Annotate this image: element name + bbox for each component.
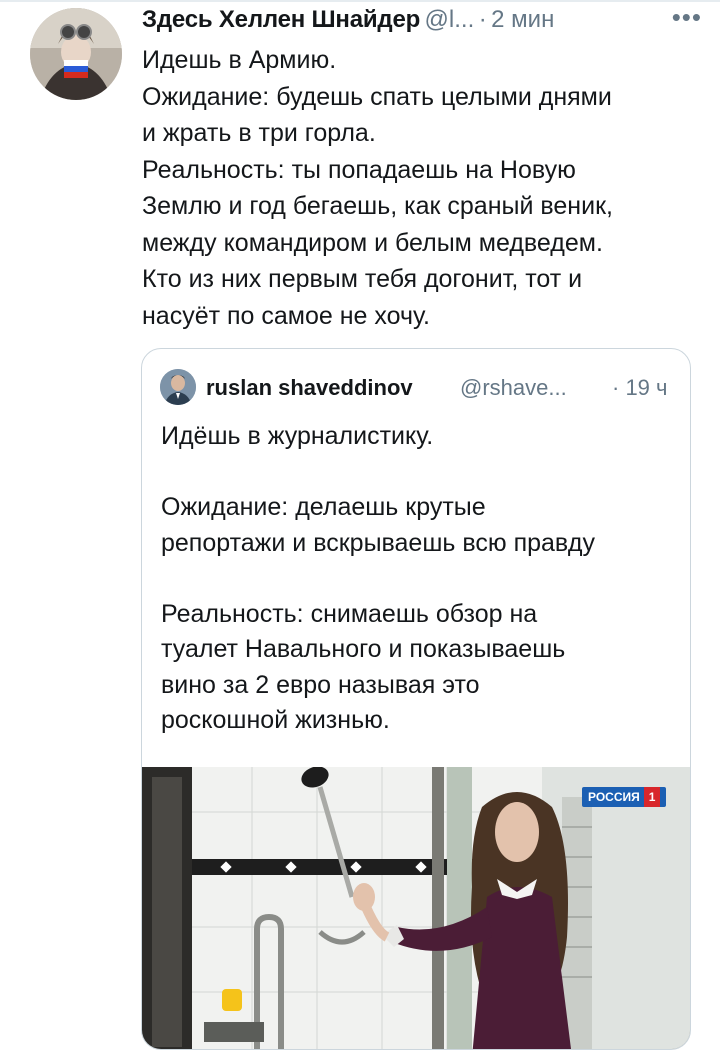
quoted-text-line [161,455,681,491]
quoted-tweet-media[interactable]: РОССИЯ 1 [142,767,690,1049]
quoted-text-line: туалет Навального и показываешь [161,635,566,663]
tweet-text-line: насуёт по самое не хочу. [142,301,430,330]
separator-dot: · [478,6,487,33]
quoted-text-line: роскошной жизнью. [161,706,390,734]
quoted-text-line: вино за 2 евро называя это [161,670,480,699]
quoted-text-line: Реальность: снимаешь обзор на [161,599,538,628]
quoted-text-line: Идёшь в журналистику. [161,422,434,450]
tweet-text-line: Землю и год бегаешь, как сраный веник, [142,192,613,220]
tweet-text-line: Кто из них первым тебя догонит, тот и [142,265,583,293]
tweet-header: Здесь Хеллен Шнайдер @l... · 2 мин ••• [142,2,702,40]
tweet-text-line: Ожидание: будешь спать целыми днями [142,82,612,111]
quoted-text-line: репортажи и вскрываешь всю правду [161,528,595,557]
channel-logo-text: РОССИЯ [588,790,640,804]
tweet-text-line: Реальность: ты попадаешь на Новую [142,155,576,184]
quoted-tweet-text: Идёшь в журналистику. Ожидание: делаешь … [161,419,681,739]
quoted-tweet-timestamp[interactable]: · 19 ч [612,375,667,401]
quoted-tweet-header: ruslan shaveddinov @rshave... · 19 ч [160,369,680,407]
media-photo [142,767,690,1049]
tweet-text-line: и жрать в три горла. [142,119,376,147]
tweet-timestamp[interactable]: 2 мин [491,6,554,33]
more-horizontal-icon[interactable]: ••• [672,2,702,33]
tweet-text-line: между командиром и белым медведем. [142,228,603,257]
quoted-author-name[interactable]: ruslan shaveddinov [206,375,413,401]
author-handle[interactable]: @l... [425,6,475,33]
author-name[interactable]: Здесь Хеллен Шнайдер [142,6,420,33]
top-divider [0,0,720,2]
author-avatar[interactable] [30,8,122,100]
channel-logo-number: 1 [643,787,661,807]
tweet-text-line: Идешь в Армию. [142,46,337,74]
quoted-text-line [161,561,681,597]
quoted-tweet-card[interactable]: ruslan shaveddinov @rshave... · 19 ч Идё… [141,348,691,1050]
channel-logo: РОССИЯ 1 [582,787,667,807]
avatar-image [30,8,122,100]
quoted-author-avatar[interactable] [160,369,196,405]
quoted-author-handle[interactable]: @rshave... [460,375,567,401]
quoted-avatar-image [160,369,196,405]
quoted-text-line: Ожидание: делаешь крутые [161,493,486,521]
tweet-text: Идешь в Армию. Ожидание: будешь спать це… [142,42,702,334]
